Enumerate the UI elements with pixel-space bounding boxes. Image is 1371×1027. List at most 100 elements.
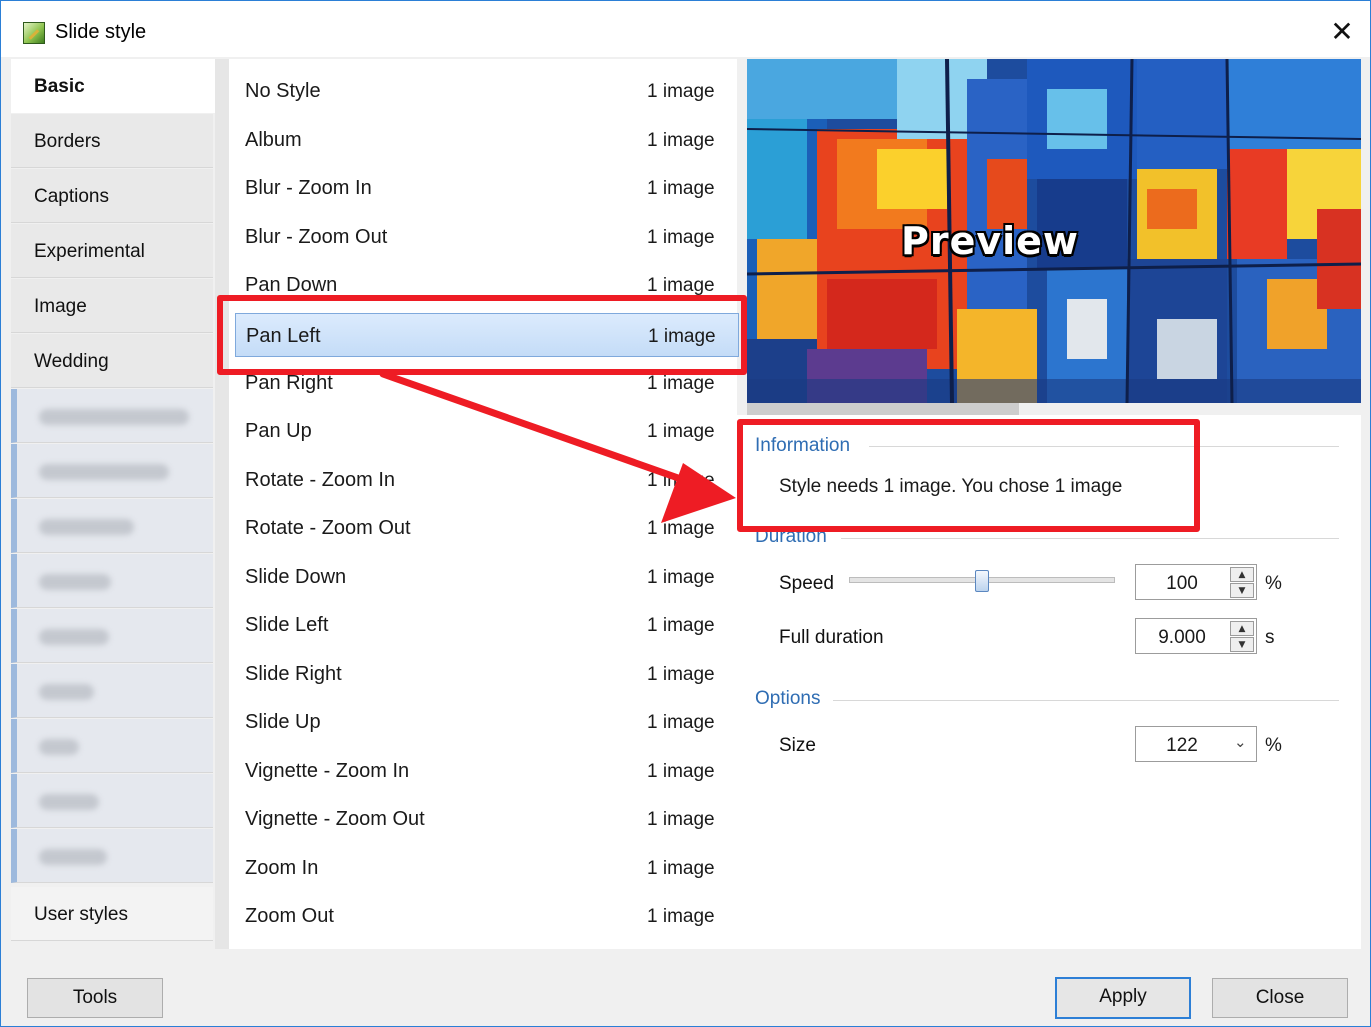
style-name: Pan Right [245, 372, 333, 394]
preview-label: Preview [901, 219, 1080, 263]
style-image-count: 1 image [647, 712, 715, 733]
style-image-count: 1 image [647, 906, 715, 927]
decrement-arrow-icon[interactable]: ▼ [1230, 583, 1254, 598]
style-image-count: 1 image [647, 178, 715, 199]
annotation-highlight-box [217, 295, 747, 375]
options-group-title: Options [755, 688, 821, 709]
style-name: No Style [245, 80, 321, 102]
group-divider [841, 538, 1339, 539]
tab-experimental[interactable]: Experimental [11, 224, 213, 278]
app-icon [23, 22, 45, 44]
increment-arrow-icon[interactable]: ▲ [1230, 621, 1254, 636]
close-button[interactable]: Close [1212, 978, 1348, 1018]
list-item[interactable]: Vignette - Zoom In 1 image [235, 751, 739, 789]
close-window-icon[interactable]: ✕ [1327, 17, 1357, 47]
preview-image: Preview [747, 59, 1361, 403]
style-image-count: 1 image [647, 227, 715, 248]
tools-button[interactable]: Tools [27, 978, 163, 1018]
category-tabs: Basic Borders Captions Experimental Imag… [11, 59, 215, 949]
style-name: Album [245, 129, 302, 151]
speed-value[interactable]: 100 [1136, 573, 1228, 595]
tab-blurred[interactable] [11, 389, 213, 443]
style-image-count: 1 image [647, 130, 715, 151]
style-image-count: 1 image [647, 567, 715, 588]
size-label: Size [779, 735, 816, 756]
size-value: 122 [1166, 735, 1198, 756]
list-item[interactable]: Vignette - Zoom Out 1 image [235, 799, 739, 837]
group-divider [833, 700, 1339, 701]
list-item[interactable]: Slide Right 1 image [235, 654, 739, 692]
list-item[interactable]: Zoom Out 1 image [235, 896, 739, 934]
style-name: Blur - Zoom Out [245, 226, 388, 248]
size-select[interactable]: 122 ⌄ [1135, 726, 1257, 762]
list-item[interactable]: Rotate - Zoom Out 1 image [235, 508, 739, 546]
tab-user-styles[interactable]: User styles [11, 887, 213, 941]
style-image-count: 1 image [647, 275, 715, 296]
speed-slider-thumb[interactable] [975, 570, 989, 592]
style-list: No Style 1 image Album 1 image Blur - Zoom… [215, 59, 739, 949]
style-name: Pan Up [245, 420, 312, 442]
tab-blurred[interactable] [11, 664, 213, 718]
chevron-down-icon: ⌄ [1234, 733, 1247, 751]
style-name: Slide Right [245, 663, 342, 685]
window-title: Slide style [55, 21, 147, 43]
style-name: Zoom Out [245, 905, 334, 927]
list-item[interactable]: Pan Up 1 image [235, 411, 739, 449]
size-unit: % [1265, 735, 1282, 756]
list-item[interactable]: Zoom In 1 image [235, 848, 739, 886]
style-name: Rotate - Zoom In [245, 469, 396, 491]
speed-unit: % [1265, 573, 1282, 594]
tab-blurred[interactable] [11, 554, 213, 608]
tab-borders[interactable]: Borders [11, 114, 213, 168]
full-duration-value[interactable]: 9.000 [1136, 627, 1228, 649]
style-name: Pan Down [245, 274, 338, 296]
tab-image[interactable]: Image [11, 279, 213, 333]
style-name: Slide Left [245, 614, 329, 636]
style-name: Slide Down [245, 566, 347, 588]
slide-style-dialog: Slide style ✕ Basic Borders Captions Exp… [0, 0, 1371, 1027]
title-bar: Slide style ✕ [1, 1, 1370, 57]
style-image-count: 1 image [647, 470, 715, 491]
list-item[interactable]: Blur - Zoom Out 1 image [235, 217, 739, 255]
style-image-count: 1 image [647, 858, 715, 879]
tab-blurred[interactable] [11, 499, 213, 553]
style-name: Vignette - Zoom In [245, 760, 410, 782]
list-item[interactable]: Slide Up 1 image [235, 702, 739, 740]
full-duration-stepper[interactable]: 9.000 ▲ ▼ [1135, 618, 1257, 654]
style-name: Zoom In [245, 857, 319, 879]
list-item[interactable]: Rotate - Zoom In 1 image [235, 460, 739, 498]
tab-basic[interactable]: Basic [11, 59, 215, 113]
tab-captions[interactable]: Captions [11, 169, 213, 223]
list-item[interactable]: Album 1 image [235, 120, 739, 158]
preview-scrollbar-thumb[interactable] [747, 403, 1019, 415]
list-item[interactable]: No Style 1 image [235, 71, 739, 109]
style-image-count: 1 image [647, 761, 715, 782]
tab-blurred[interactable] [11, 829, 213, 883]
tab-blurred[interactable] [11, 444, 213, 498]
tab-blurred[interactable] [11, 609, 213, 663]
style-name: Slide Up [245, 711, 321, 733]
style-image-count: 1 image [647, 518, 715, 539]
decrement-arrow-icon[interactable]: ▼ [1230, 637, 1254, 652]
style-image-count: 1 image [647, 809, 715, 830]
tab-blurred[interactable] [11, 774, 213, 828]
speed-stepper[interactable]: 100 ▲ ▼ [1135, 564, 1257, 600]
style-name: Vignette - Zoom Out [245, 808, 425, 830]
style-image-count: 1 image [647, 81, 715, 102]
full-duration-label: Full duration [779, 627, 884, 648]
style-image-count: 1 image [647, 421, 715, 442]
annotation-highlight-box [737, 419, 1200, 532]
list-item[interactable]: Slide Down 1 image [235, 557, 739, 595]
increment-arrow-icon[interactable]: ▲ [1230, 567, 1254, 582]
list-item[interactable]: Blur - Zoom In 1 image [235, 168, 739, 206]
style-name: Rotate - Zoom Out [245, 517, 411, 539]
list-item[interactable]: Slide Left 1 image [235, 605, 739, 643]
full-duration-unit: s [1265, 627, 1275, 648]
speed-label: Speed [779, 573, 834, 594]
apply-button[interactable]: Apply [1055, 977, 1191, 1019]
style-image-count: 1 image [647, 373, 715, 394]
tab-blurred[interactable] [11, 719, 213, 773]
tab-wedding[interactable]: Wedding [11, 334, 213, 388]
style-image-count: 1 image [647, 664, 715, 685]
style-name: Blur - Zoom In [245, 177, 372, 199]
